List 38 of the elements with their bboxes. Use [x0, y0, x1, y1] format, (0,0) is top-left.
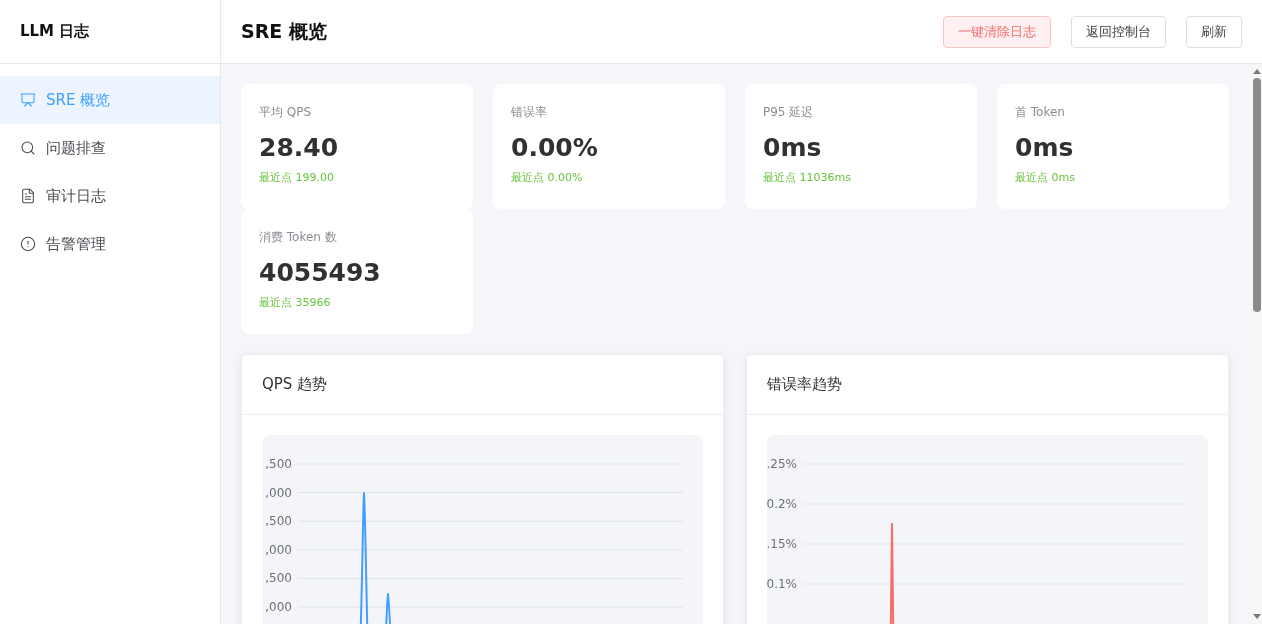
chart-title: 错误率趋势: [767, 375, 842, 394]
header-button[interactable]: 返回控制台: [1071, 15, 1166, 48]
stat-label: 平均 QPS: [259, 104, 313, 121]
search-icon: [20, 140, 36, 156]
stat-recent: 最近点 199.00: [259, 170, 335, 185]
page-title: SRE 概览: [241, 18, 328, 44]
document-icon: [20, 188, 36, 204]
axis-label: 0.1%: [767, 577, 797, 591]
stat-label: 消费 Token 数: [259, 229, 338, 246]
stat-value: 0ms: [1015, 133, 1075, 162]
stat-label: 错误率: [511, 104, 548, 121]
axis-label: ,500: [265, 571, 292, 586]
stat-label: P95 延迟: [763, 104, 815, 121]
axis-label: ,500: [265, 457, 292, 471]
stat-recent: 最近点 35966: [259, 295, 332, 310]
sidebar-item[interactable]: 问题排查: [0, 124, 220, 172]
axis-label: ,500: [265, 514, 292, 529]
axis-label: ,000: [265, 600, 292, 614]
stat-value: 0.00%: [511, 133, 599, 162]
app-title: LLM 日志: [20, 22, 90, 41]
sidebar-item[interactable]: 审计日志: [0, 172, 220, 220]
stat-label: 首 Token: [1015, 104, 1066, 121]
axis-label: .15%: [767, 537, 797, 551]
axis-label: 0.2%: [767, 497, 797, 511]
stat-recent: 最近点 0ms: [1015, 170, 1076, 185]
stat-value: 28.40: [259, 133, 340, 162]
chart-title: QPS 趋势: [262, 375, 328, 394]
axis-label: ,000: [265, 485, 292, 500]
axis-label: ,000: [265, 542, 292, 557]
axis-label: .25%: [767, 457, 797, 471]
alert-icon: [20, 236, 36, 252]
presentation-icon: [20, 92, 36, 108]
sidebar-item[interactable]: 告警管理: [0, 220, 220, 268]
header-button[interactable]: 刷新: [1186, 15, 1242, 48]
stat-value: 0ms: [763, 133, 823, 162]
stat-recent: 最近点 0.00%: [511, 170, 584, 185]
stat-recent: 最近点 11036ms: [763, 170, 852, 185]
stat-value: 4055493: [259, 258, 382, 287]
